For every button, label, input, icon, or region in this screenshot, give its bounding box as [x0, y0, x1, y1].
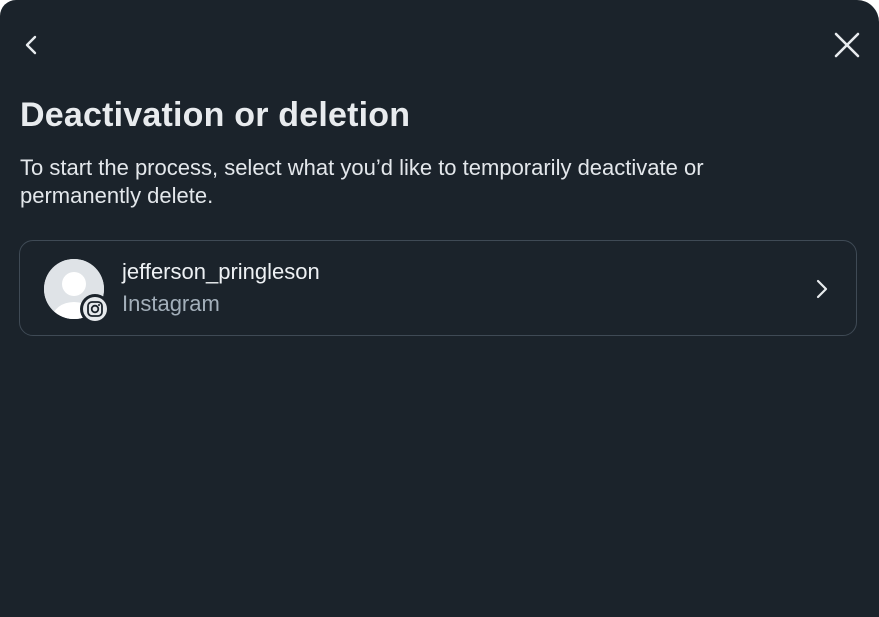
- page-title: Deactivation or deletion: [20, 96, 411, 134]
- chevron-left-icon: [25, 35, 37, 55]
- account-list-item[interactable]: jefferson_pringleson Instagram: [19, 240, 857, 336]
- account-username: jefferson_pringleson: [122, 259, 320, 284]
- chevron-right-icon: [810, 277, 834, 301]
- close-button[interactable]: [830, 28, 864, 62]
- dialog-header: [0, 0, 879, 90]
- back-button[interactable]: [15, 28, 49, 62]
- deactivation-dialog: Deactivation or deletion To start the pr…: [0, 0, 879, 617]
- close-icon: [834, 32, 860, 58]
- page-subtitle: To start the process, select what you’d …: [20, 155, 704, 208]
- platform-badge: [80, 294, 110, 324]
- account-platform: Instagram: [122, 291, 220, 316]
- instagram-icon: [87, 301, 103, 317]
